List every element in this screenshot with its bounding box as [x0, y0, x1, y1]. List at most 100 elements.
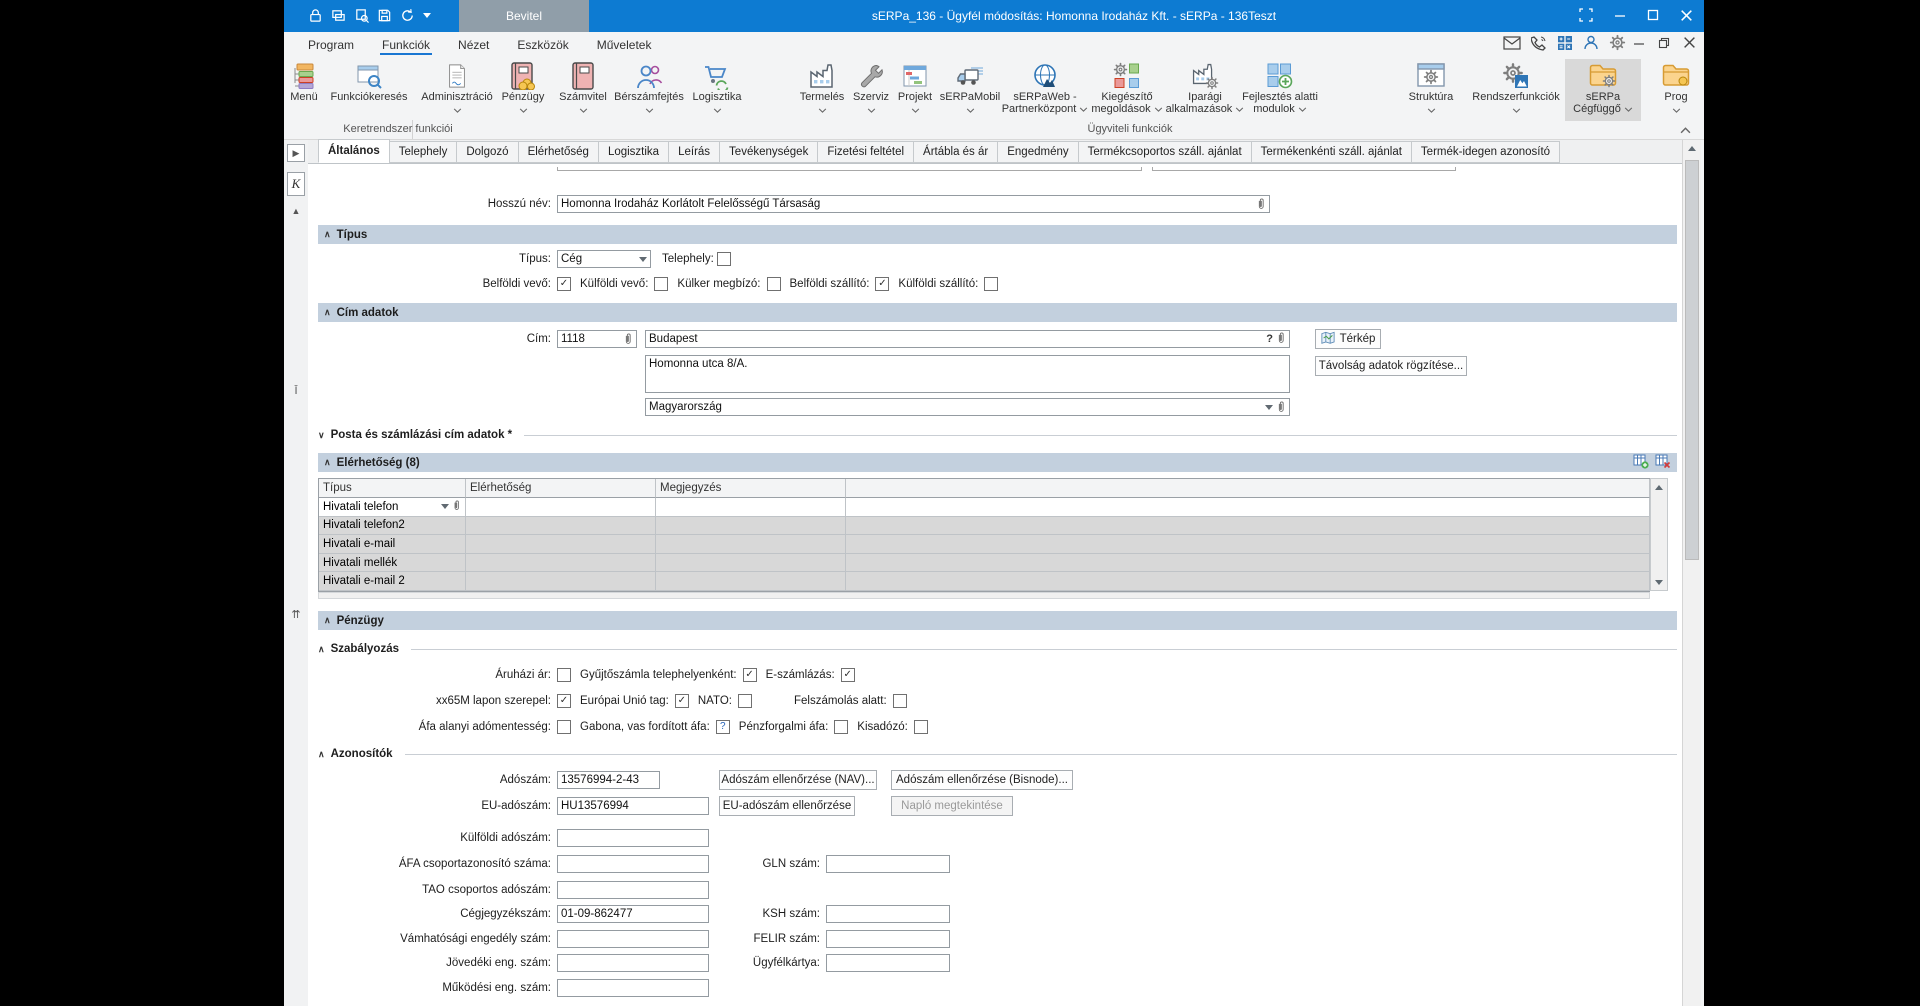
map-button[interactable]: Térkép — [1315, 329, 1381, 349]
paperclip-icon[interactable] — [452, 499, 461, 515]
main-scrollbar[interactable] — [1682, 140, 1701, 1006]
paperclip-icon[interactable] — [623, 332, 633, 346]
eu-tag-checkbox[interactable]: ✓ — [674, 694, 689, 708]
ksh-input[interactable] — [830, 908, 946, 920]
ribbon-button-kiegeszito[interactable]: Kiegészítő megoldások — [1085, 59, 1169, 121]
kulfoldi-adoszam-input[interactable] — [561, 832, 705, 844]
refresh-icon[interactable] — [400, 8, 415, 23]
city-field[interactable]: ? — [645, 330, 1290, 348]
column-header[interactable] — [846, 479, 1650, 498]
section-elerhetoseg[interactable]: ∧ Elérhetőség (8) — [318, 453, 1677, 472]
gln-field[interactable] — [826, 855, 950, 873]
tab-engedmeny[interactable]: Engedmény — [997, 141, 1079, 163]
panel-marker-icon[interactable]: Ī — [287, 385, 305, 397]
afa-alanyi-checkbox[interactable] — [557, 720, 571, 734]
eu-adoszam-input[interactable] — [561, 800, 705, 812]
tab-termek-idegen[interactable]: Termék-idegen azonosító — [1410, 141, 1561, 163]
mdi-restore-icon[interactable] — [1658, 36, 1670, 54]
ugyfelkartya-input[interactable] — [830, 957, 946, 969]
tao-input[interactable] — [561, 884, 705, 896]
close-icon[interactable] — [1679, 8, 1694, 28]
telephely-checkbox[interactable] — [717, 252, 731, 266]
tipus-combo[interactable]: Cég — [557, 250, 651, 268]
felir-input[interactable] — [830, 933, 946, 945]
ugyfelkartya-field[interactable] — [826, 954, 950, 972]
tao-field[interactable] — [557, 881, 709, 899]
felszamolas-checkbox[interactable] — [892, 694, 907, 708]
table-delete-row-icon[interactable] — [1655, 453, 1671, 472]
belfoldi-vevo-checkbox[interactable]: ✓ — [557, 277, 571, 291]
mukodesi-input[interactable] — [561, 982, 705, 994]
ribbon-button-funkciokereses[interactable]: Funkciókeresés — [321, 59, 417, 121]
menu-funkciok[interactable]: Funkciók — [368, 32, 444, 58]
zip-field[interactable] — [557, 330, 637, 348]
table-row[interactable]: Hivatali mellék — [319, 553, 1650, 573]
table-row[interactable]: Hivatali e-mail — [319, 535, 1650, 554]
scrollbar-thumb[interactable] — [1685, 160, 1699, 560]
save-icon[interactable] — [377, 8, 392, 23]
table-insert-row-icon[interactable] — [1633, 453, 1649, 472]
adoszam-bisnode-button[interactable]: Adószám ellenőrzése (Bisnode)... — [891, 770, 1073, 790]
long-name-input[interactable] — [561, 198, 1253, 210]
table-row[interactable]: Hivatali telefon2 — [319, 516, 1650, 536]
ribbon-button-serpa-cegfuggo[interactable]: sERPa Cégfüggő — [1565, 59, 1641, 121]
mdi-close-icon[interactable] — [1683, 36, 1696, 54]
long-name-field[interactable] — [557, 195, 1270, 213]
menu-eszkozok[interactable]: Eszközök — [503, 32, 582, 58]
lock-icon[interactable] — [308, 8, 323, 23]
fullscreen-icon[interactable] — [1578, 7, 1594, 28]
section-azonositok[interactable]: ∧ Azonosítók — [318, 746, 1677, 762]
section-tipus[interactable]: ∧ Típus — [318, 225, 1677, 244]
eu-adoszam-check-button[interactable]: EU-adószám ellenőrzése — [719, 796, 855, 816]
mail-icon[interactable] — [1503, 35, 1521, 55]
panel-double-arrow-icon[interactable]: ⇈ — [287, 608, 305, 621]
kulfoldi-szallito-checkbox[interactable] — [984, 277, 999, 291]
felir-field[interactable] — [826, 930, 950, 948]
user-icon[interactable] — [1583, 35, 1599, 56]
kisadozo-checkbox[interactable] — [913, 720, 928, 734]
column-header[interactable]: Megjegyzés — [656, 479, 846, 498]
gabona-checkbox[interactable]: ? — [715, 720, 730, 734]
tab-logisztika[interactable]: Logisztika — [597, 141, 670, 163]
tab-telephely[interactable]: Telephely — [388, 141, 458, 163]
penzforgalmi-checkbox[interactable] — [834, 720, 849, 734]
eszamlazas-checkbox[interactable]: ✓ — [840, 668, 855, 682]
kulker-megbizo-checkbox[interactable] — [766, 277, 781, 291]
section-szabalyozas[interactable]: ∧ Szabályozás — [318, 641, 1677, 657]
menu-nezet[interactable]: Nézet — [444, 32, 503, 58]
kulfoldi-vevo-checkbox[interactable] — [654, 277, 669, 291]
tab-dolgozo[interactable]: Dolgozó — [456, 141, 519, 163]
distance-data-button[interactable]: Távolság adatok rögzítése... — [1315, 356, 1467, 376]
gln-input[interactable] — [830, 858, 946, 870]
document-tab-bevitel[interactable]: Bevitel — [459, 0, 589, 32]
eu-adoszam-field[interactable] — [557, 797, 709, 815]
help-hint[interactable]: ? — [1266, 333, 1273, 345]
zip-input[interactable] — [561, 333, 620, 345]
gear-icon[interactable] — [1609, 34, 1626, 56]
menu-muveletek[interactable]: Műveletek — [583, 32, 666, 58]
ribbon-button-struktura[interactable]: Struktúra — [1389, 59, 1473, 121]
ksh-field[interactable] — [826, 905, 950, 923]
belfoldi-szallito-checkbox[interactable]: ✓ — [875, 277, 890, 291]
tab-termekcsoportos[interactable]: Termékcsoportos száll. ajánlat — [1077, 141, 1252, 163]
street-field[interactable] — [645, 355, 1290, 393]
paperclip-icon[interactable] — [1276, 331, 1286, 348]
phone-icon[interactable] — [1530, 35, 1547, 56]
ribbon-button-logisztika[interactable]: Logisztika — [675, 59, 759, 121]
table-hscrollbar[interactable] — [318, 592, 1650, 599]
tab-artabla-es-ar[interactable]: Ártábla és ár — [913, 141, 999, 163]
calculator-grid-icon[interactable] — [1557, 35, 1573, 56]
tab-fizetesi-feltetel[interactable]: Fizetési feltétel — [817, 141, 915, 163]
naplo-button[interactable]: Napló megtekintése — [891, 796, 1013, 816]
tab-altalanos[interactable]: Általános — [318, 139, 390, 163]
ribbon-button-serpaweb[interactable]: sERPaWeb - Partnerközpont — [995, 59, 1095, 121]
menu-program[interactable]: Program — [294, 32, 368, 58]
nato-checkbox[interactable] — [737, 694, 752, 708]
ribbon-button-rendszerfunkciok[interactable]: Rendszerfunkciók — [1464, 59, 1568, 121]
window-list-icon[interactable] — [331, 8, 346, 23]
table-row[interactable]: Hivatali telefon — [319, 498, 1650, 517]
section-posta[interactable]: ∨ Posta és számlázási cím adatok * — [318, 427, 1677, 443]
ribbon-button-fejlesztes[interactable]: Fejlesztés alatti modulok — [1234, 59, 1326, 121]
paperclip-icon[interactable] — [1256, 197, 1266, 211]
column-header[interactable]: Típus — [319, 479, 466, 498]
